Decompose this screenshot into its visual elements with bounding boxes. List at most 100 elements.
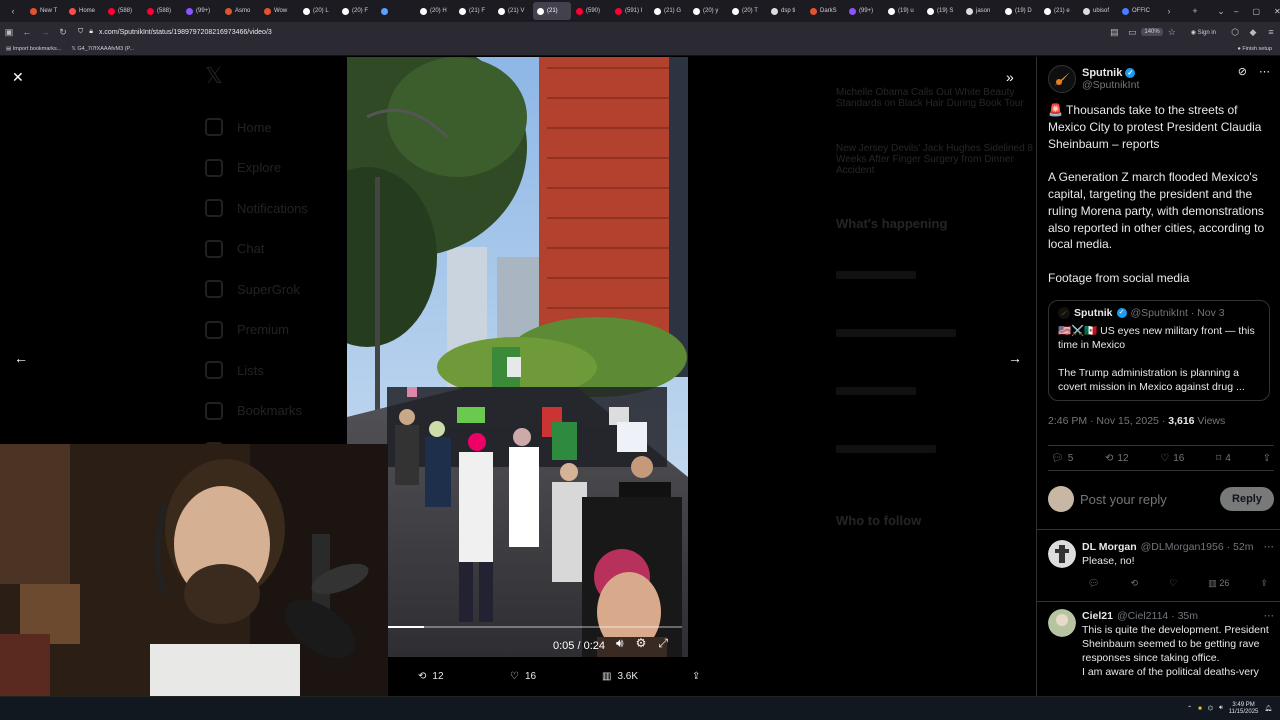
network-icon[interactable]: ⌬	[1208, 705, 1213, 712]
browser-tab[interactable]: (20) y	[689, 2, 727, 20]
sign-in-button[interactable]: ◉ Sign in	[1181, 29, 1226, 36]
forward-icon[interactable]: →	[36, 27, 54, 37]
browser-tab[interactable]: (591) I	[611, 2, 649, 20]
tab-favicon-icon	[1083, 7, 1090, 15]
browser-tab[interactable]: (21) F	[455, 2, 493, 20]
menu-icon[interactable]: ≡	[1262, 27, 1280, 37]
heart-icon[interactable]: ♡	[1169, 576, 1177, 590]
browser-tab[interactable]: (99+)	[182, 2, 220, 20]
views-button[interactable]: ▥ 3.6K	[602, 671, 638, 682]
views-button[interactable]: ▥ 26	[1208, 576, 1229, 590]
reply-item[interactable]: Ciel21 @Ciel2114 · 35m This is quite the …	[1048, 609, 1274, 679]
browser-tab[interactable]: (21) e	[1040, 2, 1078, 20]
browser-tab[interactable]: jason	[962, 2, 1000, 20]
new-tab-button[interactable]: +	[1182, 0, 1208, 22]
repost-button[interactable]: ⟲ 12	[418, 671, 444, 682]
browser-tab[interactable]: Home	[65, 2, 103, 20]
quoted-post[interactable]: Sputnik ✓ @SputnikInt · Nov 3 🇺🇸⚔️🇲🇽 US …	[1048, 300, 1270, 401]
lock-icon[interactable]: 🔒︎	[89, 28, 93, 36]
reply-author-name[interactable]: Ciel21	[1082, 609, 1113, 623]
notification-icon[interactable]: ◆	[1244, 27, 1262, 38]
reply-button[interactable]: 💬︎ 5	[1051, 453, 1073, 464]
close-window-icon[interactable]: ✕	[1274, 7, 1280, 16]
collapse-panel-icon[interactable]: »	[1006, 69, 1014, 85]
reply-author-name[interactable]: DL Morgan	[1082, 540, 1137, 554]
settings-gear-icon[interactable]: ⚙	[636, 636, 647, 651]
repost-button[interactable]: ⟲ 12	[1105, 453, 1129, 464]
browser-tab[interactable]: New T	[26, 2, 64, 20]
author-avatar[interactable]	[1048, 65, 1076, 93]
browser-tab[interactable]: Asmo	[221, 2, 259, 20]
browser-tab[interactable]: (21) G	[650, 2, 688, 20]
browser-tab[interactable]: (20) T	[728, 2, 766, 20]
fullscreen-icon[interactable]: ⤢	[658, 636, 668, 651]
tray-chevron-icon[interactable]: ⌃	[1187, 705, 1192, 712]
close-icon[interactable]: ✕	[12, 69, 24, 86]
share-icon[interactable]: ⇪	[1260, 576, 1268, 590]
browser-tab[interactable]: (19) S	[923, 2, 961, 20]
zoom-level[interactable]: 140%	[1141, 28, 1163, 36]
browser-tab[interactable]: (99+)	[845, 2, 883, 20]
browser-tab[interactable]: (19) u	[884, 2, 922, 20]
browser-tab[interactable]: (20) F	[338, 2, 376, 20]
shield-icon[interactable]: ⛉	[78, 28, 83, 36]
grok-icon[interactable]: ⊘	[1238, 65, 1247, 78]
reply-input[interactable]: Post your reply	[1080, 492, 1214, 507]
maximize-icon[interactable]: ▢	[1252, 7, 1260, 16]
picture-icon[interactable]: ▭	[1123, 27, 1141, 38]
browser-tab[interactable]: Wow	[260, 2, 298, 20]
browser-tab[interactable]: (590)	[572, 2, 610, 20]
bookmark-button[interactable]: ⌑ 4	[1216, 453, 1231, 464]
reply-submit-button[interactable]: Reply	[1220, 487, 1274, 511]
video-player[interactable]	[347, 57, 688, 657]
extensions-icon[interactable]: ⬡	[1226, 27, 1244, 38]
volume-icon[interactable]: 🔊︎	[616, 636, 624, 651]
share-button[interactable]: ⇪	[1263, 453, 1271, 464]
comment-icon[interactable]: 💬︎	[1088, 576, 1099, 590]
tab-label: (21) F	[469, 8, 486, 14]
address-bar[interactable]: ⛉ 🔒︎ x.com/SputnikInt/status/19897972082…	[72, 25, 1105, 39]
reload-icon[interactable]: ↻	[54, 27, 72, 38]
repost-icon[interactable]: ⟲	[1131, 576, 1139, 590]
like-button[interactable]: ♡ 16	[1160, 453, 1184, 464]
more-options-icon[interactable]: ⋯	[1259, 65, 1270, 78]
more-options-icon[interactable]: ⋯	[1264, 540, 1275, 554]
video-progress-bar[interactable]	[388, 626, 682, 628]
browser-tab[interactable]: DarkS	[806, 2, 844, 20]
bookmark-item[interactable]: 𝕏 G4_7i7fXAAAfvM3 (P...	[71, 46, 134, 52]
browser-tab[interactable]: (19) D	[1001, 2, 1039, 20]
browser-tab[interactable]: OFFIC	[1118, 2, 1156, 20]
back-icon[interactable]: ←	[18, 27, 36, 37]
browser-tab[interactable]: (20) H	[416, 2, 454, 20]
browser-tab[interactable]: (588)	[104, 2, 142, 20]
tab-list-menu-icon[interactable]: ⌄	[1208, 0, 1234, 22]
more-options-icon[interactable]: ⋯	[1264, 609, 1275, 623]
bookmark-star-icon[interactable]: ☆	[1163, 27, 1181, 38]
share-button[interactable]: ⇪	[692, 671, 700, 682]
notifications-bell-icon[interactable]: 🔔︎	[1264, 705, 1272, 712]
tab-scroll-right-icon[interactable]: ›	[1156, 0, 1182, 22]
volume-icon[interactable]: 🔊︎	[1219, 705, 1223, 712]
reply-avatar[interactable]	[1048, 540, 1076, 568]
sidebar-toggle-icon[interactable]: ▣	[0, 27, 18, 38]
previous-media-icon[interactable]: ←	[14, 350, 28, 366]
next-media-icon[interactable]: →	[1008, 350, 1022, 366]
browser-tab[interactable]: (20) L	[299, 2, 337, 20]
browser-tab[interactable]: ubisof	[1079, 2, 1117, 20]
tray-app-icon[interactable]: ■	[1198, 706, 1202, 712]
browser-tab[interactable]	[377, 2, 415, 20]
finish-setup-button[interactable]: ● Finish setup	[1237, 46, 1280, 52]
system-clock[interactable]: 3:49 PM 11/15/2025	[1229, 702, 1259, 716]
browser-tab[interactable]: dsp ti	[767, 2, 805, 20]
browser-tab[interactable]: (21) V	[494, 2, 532, 20]
post-author[interactable]: Sputnik ✓ @SputnikInt	[1048, 65, 1139, 93]
reply-item[interactable]: DL Morgan @DLMorgan1956 · 52m Please, no!…	[1048, 540, 1274, 590]
browser-tab[interactable]: (21)	[533, 2, 571, 20]
reader-view-icon[interactable]: ▤	[1105, 27, 1123, 38]
minimize-icon[interactable]: –	[1234, 7, 1238, 16]
browser-tab[interactable]: (588)	[143, 2, 181, 20]
reply-avatar[interactable]	[1048, 609, 1076, 637]
bookmark-import[interactable]: ▤ Import bookmarks...	[6, 46, 61, 52]
like-button[interactable]: ♡ 16	[510, 671, 536, 682]
tab-scroll-left-icon[interactable]: ‹	[0, 0, 26, 22]
